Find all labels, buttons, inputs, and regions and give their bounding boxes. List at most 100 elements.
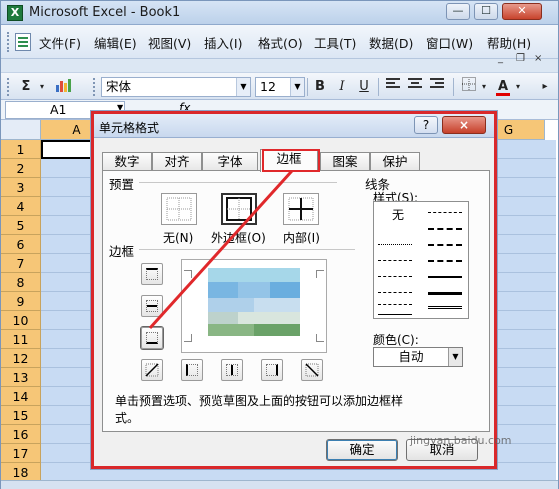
- row-header[interactable]: 2: [1, 159, 41, 178]
- border-left-button[interactable]: [181, 359, 203, 381]
- row-header[interactable]: 6: [1, 235, 41, 254]
- menu-grip[interactable]: [7, 32, 11, 52]
- chevron-down-icon[interactable]: ▼: [290, 78, 304, 96]
- tab-border[interactable]: 边框: [260, 149, 318, 172]
- doc-close-button[interactable]: ×: [534, 53, 542, 64]
- bold-button[interactable]: B: [310, 77, 330, 97]
- row-header[interactable]: 5: [1, 216, 41, 235]
- border-diagonal-down-button[interactable]: [301, 359, 323, 381]
- maximize-button[interactable]: ☐: [474, 3, 498, 20]
- menu-view[interactable]: 视图(V): [148, 33, 191, 52]
- row-header[interactable]: 4: [1, 197, 41, 216]
- borders-icon[interactable]: [459, 77, 479, 97]
- row-header[interactable]: 1: [1, 140, 41, 159]
- row-header[interactable]: 8: [1, 273, 41, 292]
- line-style-double[interactable]: [428, 306, 462, 309]
- font-size-combo[interactable]: 12 ▼: [255, 77, 305, 97]
- line-style-dashed[interactable]: [378, 304, 412, 305]
- chevron-down-icon[interactable]: ▼: [448, 348, 462, 366]
- preset-outline-label: 外边框(O): [211, 231, 266, 245]
- workbook-icon[interactable]: [15, 33, 31, 51]
- toolbar-options-icon[interactable]: ▸: [539, 77, 551, 97]
- chart-wizard-icon[interactable]: [53, 77, 75, 97]
- toolbar-grip[interactable]: [7, 78, 10, 96]
- menu-help[interactable]: 帮助(H): [487, 33, 531, 52]
- window-title: Microsoft Excel - Book1: [29, 5, 181, 20]
- line-style-medium-dash-dot[interactable]: [428, 244, 462, 246]
- help-button[interactable]: ?: [414, 116, 438, 134]
- align-left-icon[interactable]: [383, 77, 403, 97]
- menu-insert[interactable]: 插入(I): [204, 33, 242, 52]
- border-middle-vertical-button[interactable]: [221, 359, 243, 381]
- font-name-combo[interactable]: 宋体 ▼: [101, 77, 251, 97]
- line-style-slanted[interactable]: [428, 228, 462, 230]
- line-style-list[interactable]: 无: [373, 201, 469, 319]
- row-header[interactable]: 10: [1, 311, 41, 330]
- line-style-dotted[interactable]: [378, 260, 412, 261]
- tab-patterns[interactable]: 图案: [320, 152, 370, 171]
- font-name-value: 宋体: [106, 79, 132, 94]
- ok-button[interactable]: 确定: [326, 439, 398, 461]
- preset-inside-button[interactable]: [283, 193, 319, 225]
- line-style-dash-dot-dot[interactable]: [378, 276, 412, 277]
- menu-edit[interactable]: 编辑(E): [94, 33, 137, 52]
- close-button[interactable]: ✕: [502, 3, 542, 20]
- tab-number[interactable]: 数字: [102, 152, 152, 171]
- border-top-button[interactable]: [141, 263, 163, 285]
- line-style-thin[interactable]: [378, 314, 412, 315]
- borders-dropdown-icon[interactable]: ▾: [479, 77, 489, 97]
- status-bar: [1, 480, 558, 489]
- autosum-dropdown-icon[interactable]: ▾: [37, 77, 47, 97]
- font-color-button[interactable]: A: [493, 77, 513, 97]
- italic-button[interactable]: I: [332, 77, 352, 97]
- border-diagonal-up-button[interactable]: [141, 359, 163, 381]
- row-header[interactable]: 12: [1, 349, 41, 368]
- menu-format[interactable]: 格式(O): [258, 33, 303, 52]
- toolbar-grip-2[interactable]: [93, 78, 96, 96]
- border-bottom-button[interactable]: [141, 327, 163, 349]
- row-header[interactable]: 14: [1, 387, 41, 406]
- select-all-corner[interactable]: [1, 120, 41, 140]
- row-header[interactable]: 16: [1, 425, 41, 444]
- row-header[interactable]: 15: [1, 406, 41, 425]
- row-header[interactable]: 11: [1, 330, 41, 349]
- menu-file[interactable]: 文件(F): [39, 33, 81, 52]
- tab-protection[interactable]: 保护: [370, 152, 420, 171]
- line-style-hair[interactable]: [378, 244, 412, 245]
- line-style-thick[interactable]: [428, 292, 462, 295]
- row-header[interactable]: 9: [1, 292, 41, 311]
- line-color-combo[interactable]: 自动 ▼: [373, 347, 463, 367]
- row-header[interactable]: 17: [1, 444, 41, 463]
- border-preview[interactable]: [181, 259, 327, 353]
- font-color-letter: A: [497, 79, 509, 94]
- align-right-icon[interactable]: [427, 77, 447, 97]
- border-right-button[interactable]: [261, 359, 283, 381]
- line-style-none[interactable]: 无: [392, 206, 404, 223]
- font-color-dropdown-icon[interactable]: ▾: [513, 77, 523, 97]
- tab-font[interactable]: 字体: [202, 152, 258, 171]
- minimize-button[interactable]: —: [446, 3, 470, 20]
- align-center-icon[interactable]: [405, 77, 425, 97]
- row-header[interactable]: 7: [1, 254, 41, 273]
- menu-data[interactable]: 数据(D): [369, 33, 413, 52]
- autosum-button[interactable]: Σ: [15, 77, 37, 97]
- tab-alignment[interactable]: 对齐: [152, 152, 202, 171]
- row-header[interactable]: 13: [1, 368, 41, 387]
- dialog-title-bar[interactable]: 单元格格式 ? ×: [94, 114, 494, 138]
- line-style-medium-dashed[interactable]: [428, 260, 462, 262]
- border-middle-horizontal-button[interactable]: [141, 295, 163, 317]
- menu-tools[interactable]: 工具(T): [314, 33, 356, 52]
- line-style-dash-dot[interactable]: [378, 292, 412, 293]
- line-style-medium-dash-dot-dot[interactable]: [428, 212, 462, 213]
- preset-none-button[interactable]: [161, 193, 197, 225]
- name-box-value: A1: [50, 102, 67, 117]
- preset-outline-button[interactable]: [221, 193, 257, 225]
- line-style-medium[interactable]: [428, 276, 462, 278]
- doc-minimize-button[interactable]: _: [498, 53, 503, 64]
- underline-button[interactable]: U: [354, 77, 374, 97]
- row-header[interactable]: 3: [1, 178, 41, 197]
- doc-restore-button[interactable]: ❐: [516, 53, 525, 64]
- menu-window[interactable]: 窗口(W): [426, 33, 473, 52]
- chevron-down-icon[interactable]: ▼: [236, 78, 250, 96]
- dialog-close-button[interactable]: ×: [442, 116, 486, 134]
